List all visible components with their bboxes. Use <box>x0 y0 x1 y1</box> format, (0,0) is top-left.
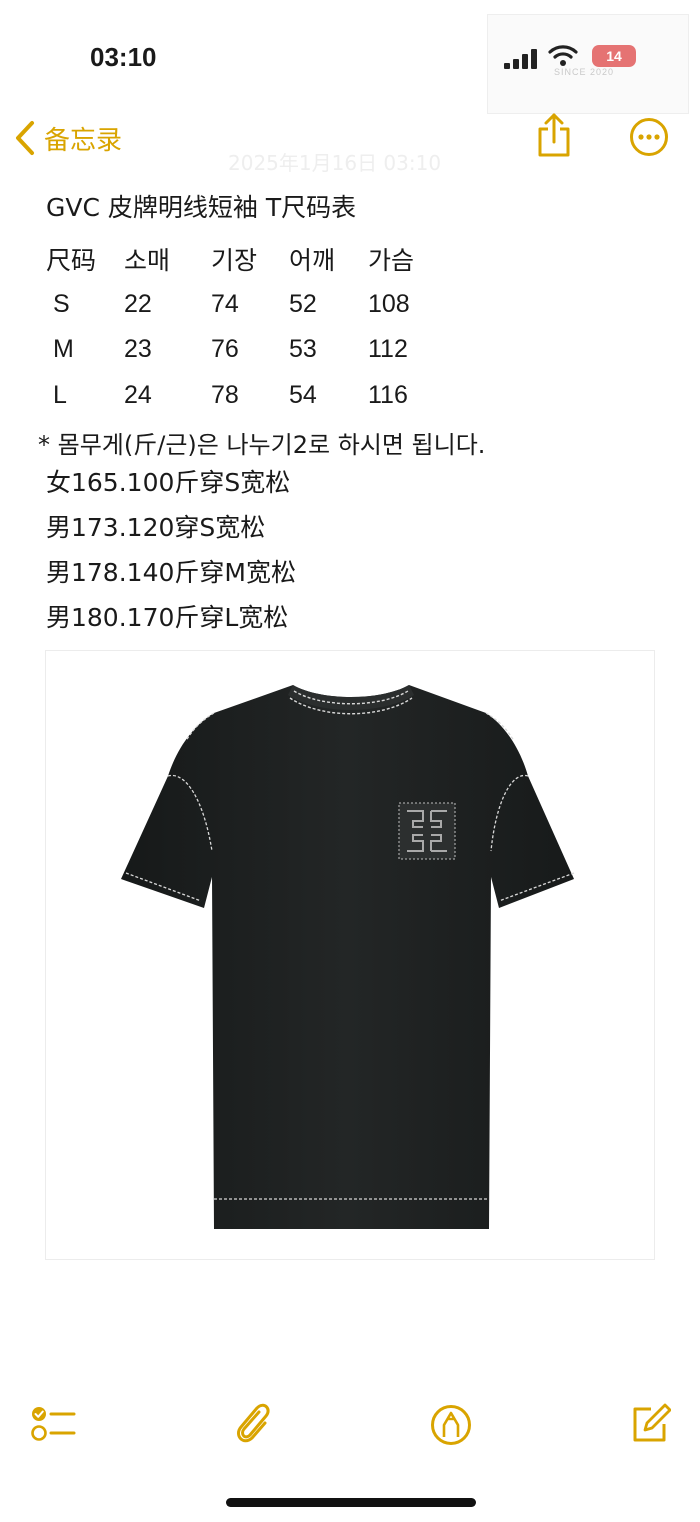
header-cell: 가슴 <box>368 245 415 275</box>
note-title[interactable]: GVC 皮牌明线短袖 T尺码表 <box>46 188 356 224</box>
table-cell: 76 <box>211 335 239 364</box>
table-cell: 74 <box>211 289 239 318</box>
back-label: 备忘录 <box>44 125 123 156</box>
table-cell: 24 <box>124 380 152 409</box>
compose-icon[interactable] <box>631 1402 671 1444</box>
product-image[interactable] <box>45 650 655 1260</box>
table-row: S 22 74 52 108 <box>46 282 414 328</box>
chevron-left-icon <box>16 121 34 155</box>
cellular-signal-icon <box>504 49 540 69</box>
bottom-toolbar <box>0 1390 700 1460</box>
header-cell: 소매 <box>124 245 171 275</box>
battery-indicator: 14 <box>592 45 636 67</box>
table-row: M 23 76 53 112 <box>46 327 414 373</box>
table-cell: 116 <box>368 380 408 409</box>
header-cell: 어깨 <box>289 245 336 275</box>
fit-line: 男173.120穿S宽松 <box>46 513 266 542</box>
table-cell: L <box>53 380 67 409</box>
logo-patch <box>398 802 456 860</box>
table-header-row: 尺码 소매 기장 어깨 가슴 <box>46 236 414 282</box>
more-icon[interactable] <box>629 117 669 157</box>
home-indicator[interactable] <box>226 1498 476 1507</box>
table-cell: 52 <box>289 289 317 318</box>
table-cell: 53 <box>289 335 317 364</box>
fit-line: 男178.140斤穿M宽松 <box>46 558 296 587</box>
checklist-icon[interactable] <box>30 1404 76 1444</box>
table-cell: 22 <box>124 289 152 318</box>
watermark-text: SINCE 2020 <box>554 67 615 77</box>
table-cell: M <box>53 335 74 364</box>
size-chart-table: 尺码 소매 기장 어깨 가슴 S 22 74 52 108 M 23 76 53… <box>46 236 414 418</box>
table-cell: S <box>53 289 70 318</box>
paperclip-icon[interactable] <box>233 1398 273 1446</box>
table-cell: 108 <box>368 289 410 318</box>
status-time: 03:10 <box>90 42 157 72</box>
weight-note: * 몸무게(斤/근)은 나누기2로 하시면 됩니다. <box>38 431 486 459</box>
fit-line: 女165.100斤穿S宽松 <box>46 468 291 497</box>
status-indicators: 14 SINCE 2020 <box>487 14 689 114</box>
header-cell: 尺码 <box>46 245 97 275</box>
table-cell: 112 <box>368 335 408 364</box>
table-cell: 54 <box>289 380 317 409</box>
share-icon[interactable] <box>535 112 573 158</box>
tshirt-illustration <box>121 685 575 1229</box>
back-button[interactable]: 备忘录 <box>14 118 122 158</box>
wifi-icon <box>548 45 578 66</box>
table-cell: 78 <box>211 380 239 409</box>
header-cell: 기장 <box>211 245 258 275</box>
note-date: 2025年1月16日 03:10 <box>228 151 442 175</box>
fit-line: 男180.170斤穿L宽松 <box>46 603 289 632</box>
markup-pen-icon[interactable] <box>430 1404 472 1446</box>
table-row: L 24 78 54 116 <box>46 373 414 419</box>
table-cell: 23 <box>124 335 152 364</box>
